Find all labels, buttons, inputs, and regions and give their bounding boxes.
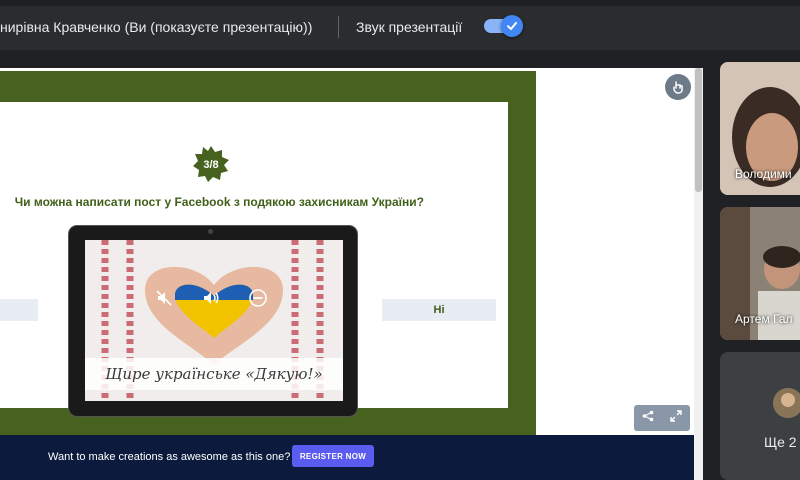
more-participants-tile[interactable]: Ще 2 [720, 352, 800, 480]
promo-banner: Want to make creations as awesome as thi… [0, 435, 694, 480]
tablet-camera [208, 229, 213, 234]
presenter-label: нирівна Кравченко (Ви (показуєте презент… [0, 19, 313, 35]
scrollbar[interactable] [694, 68, 703, 480]
volume-icon[interactable] [196, 283, 226, 313]
image-caption: Щире українське «Дякую!» [85, 358, 343, 390]
avatar [773, 388, 800, 418]
top-edge [0, 0, 800, 6]
more-participants-label: Ще 2 [764, 434, 797, 450]
participant-name: Володими [735, 167, 792, 181]
fullscreen-icon[interactable] [670, 409, 682, 427]
mute-icon[interactable] [149, 283, 179, 313]
share-icon[interactable] [642, 409, 654, 427]
media-controls [141, 276, 281, 320]
slide-counter-badge: 3/8 [193, 146, 229, 182]
answer-option-no[interactable]: Ні [382, 299, 496, 321]
question-text: Чи можна написати пост у Facebook з подя… [14, 195, 424, 209]
register-now-button[interactable]: REGISTER NOW [292, 445, 374, 467]
slide: 3/8 Чи можна написати пост у Facebook з … [0, 102, 508, 417]
divider [338, 16, 339, 38]
scrollbar-thumb[interactable] [695, 68, 702, 192]
slide-corner-tools [634, 405, 690, 431]
participant-tile[interactable]: Артем Гал [720, 207, 800, 340]
participant-tile[interactable]: Володими [720, 62, 800, 195]
answer-option-left[interactable] [0, 299, 38, 321]
check-icon [501, 15, 523, 37]
tablet-image: Щире українське «Дякую!» [68, 225, 358, 417]
presentation-sound-label: Звук презентації [356, 19, 463, 35]
slide-frame: 3/8 Чи можна написати пост у Facebook з … [0, 71, 536, 438]
promo-text: Want to make creations as awesome as thi… [48, 451, 291, 463]
presentation-sound-toggle[interactable] [484, 15, 523, 37]
tablet-screen: Щире українське «Дякую!» [85, 240, 343, 401]
minus-icon[interactable] [243, 283, 273, 313]
slide-side-area [536, 68, 694, 435]
pointer-icon[interactable] [665, 74, 691, 100]
slide-counter: 3/8 [203, 159, 219, 171]
presentation-bar: нирівна Кравченко (Ви (показуєте презент… [0, 0, 800, 50]
participant-name: Артем Гал [735, 312, 793, 326]
presentation-stage: 3/8 Чи можна написати пост у Facebook з … [0, 68, 703, 480]
